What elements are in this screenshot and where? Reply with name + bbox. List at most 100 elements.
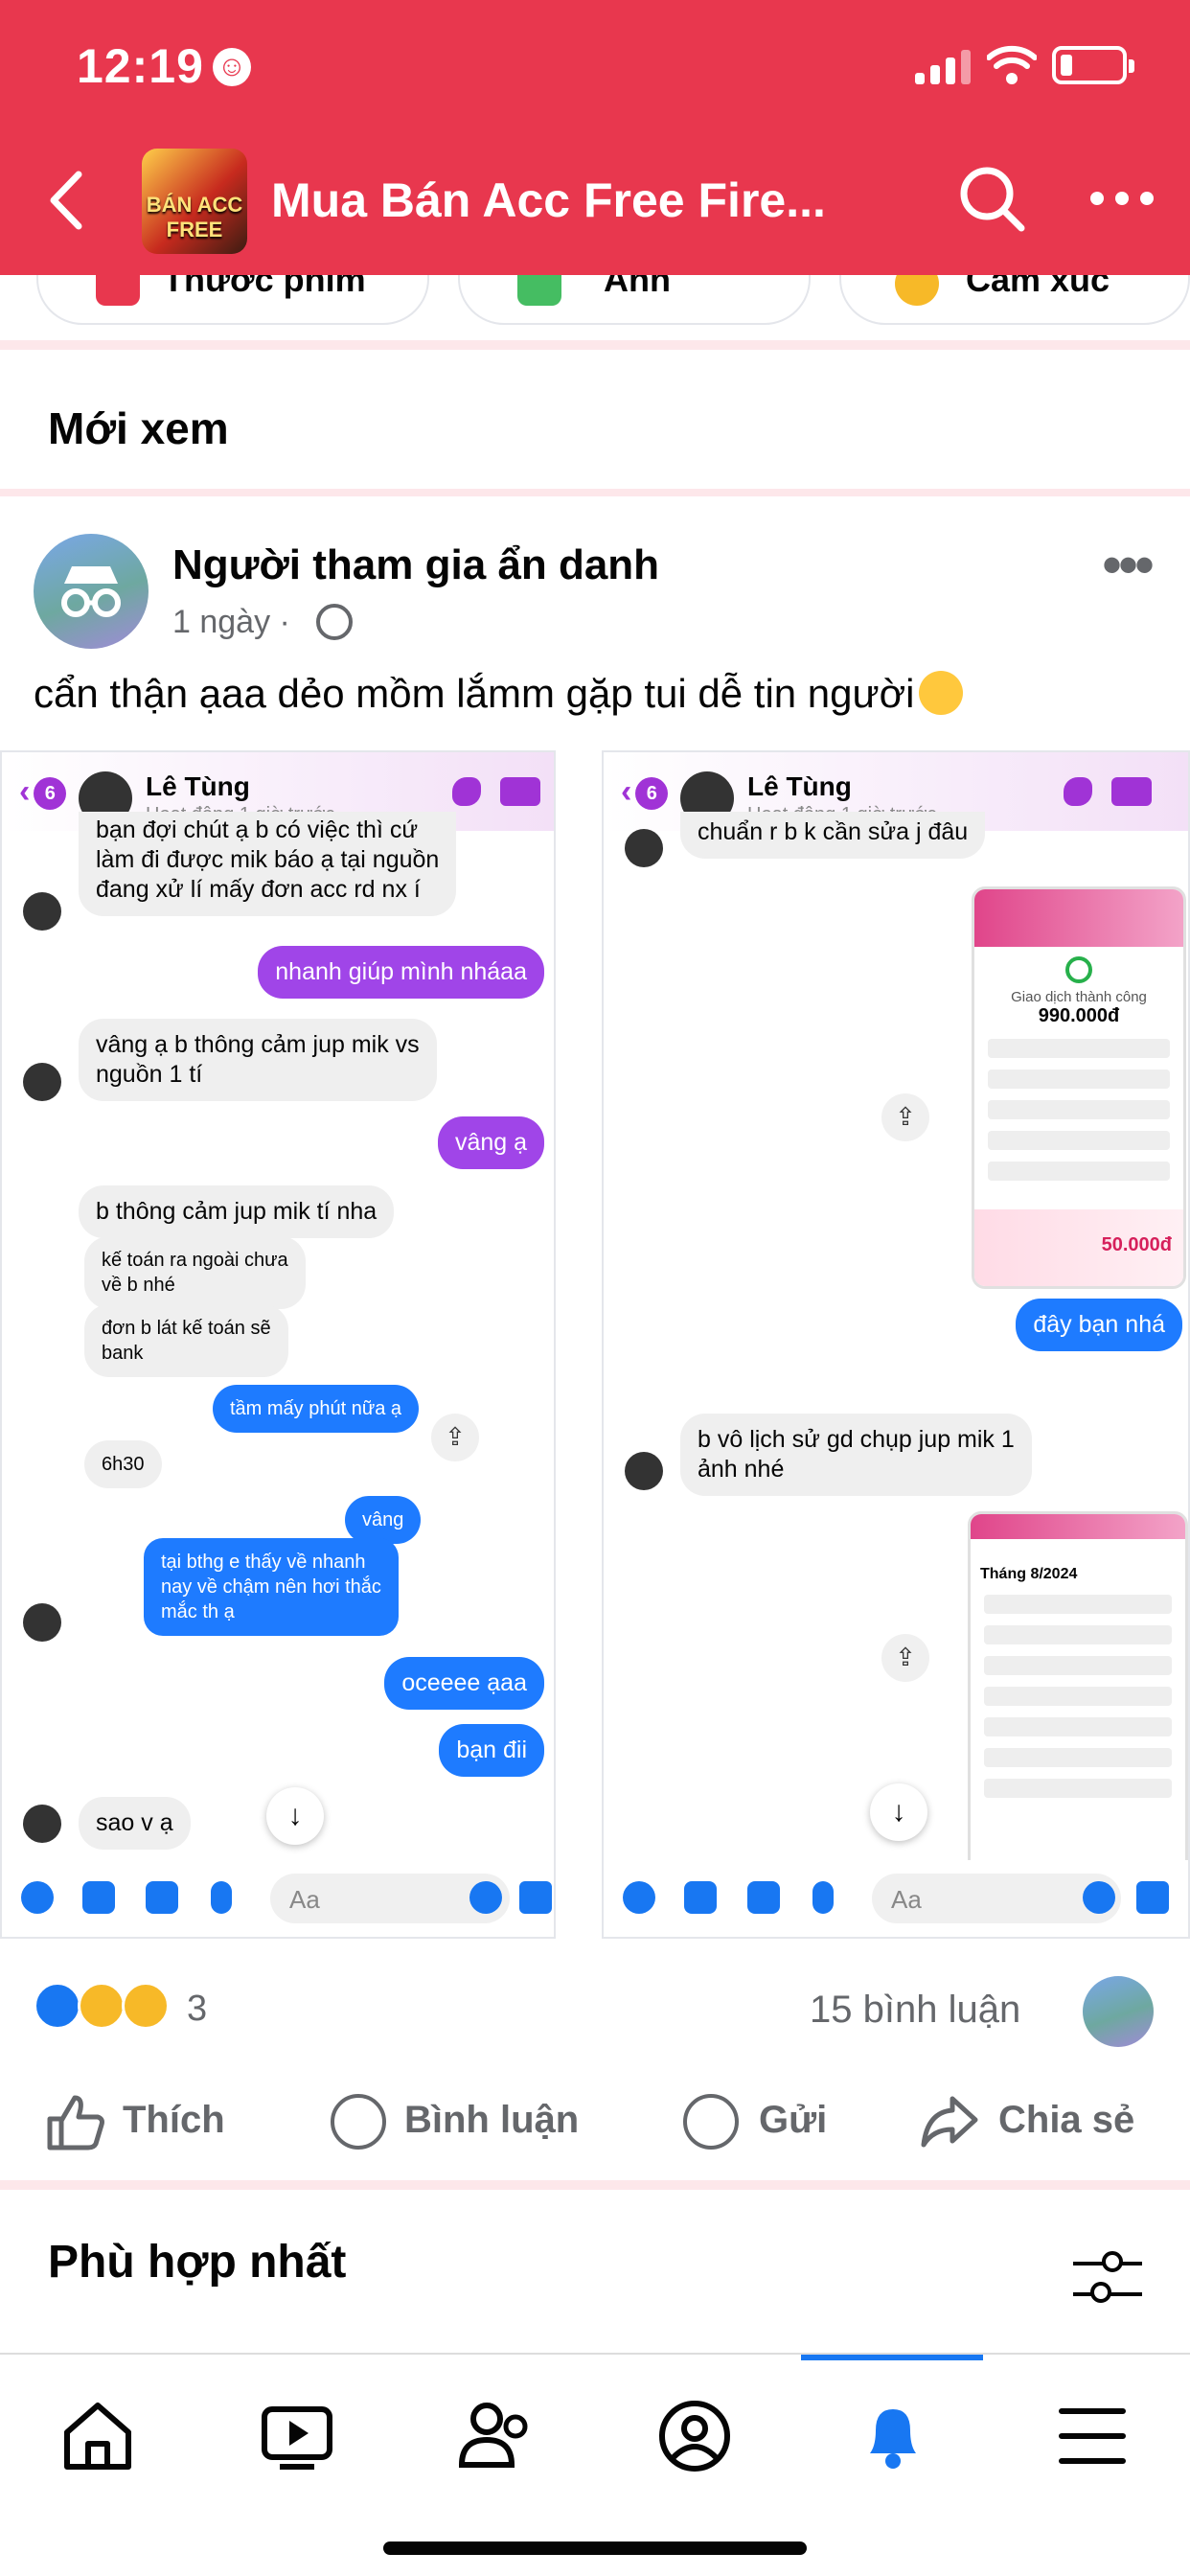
contact-name: Lê Tùng — [747, 771, 852, 801]
video-icon[interactable] — [259, 2398, 335, 2474]
menu-icon[interactable] — [1054, 2398, 1131, 2474]
cellular-signal-icon — [915, 50, 973, 84]
group-thumbnail-text: BÁN ACC FREE — [146, 193, 243, 242]
reels-icon — [96, 275, 140, 306]
contact-mini-avatar — [625, 1452, 663, 1490]
msg-line: nay về chậm nên hơi thắc — [161, 1576, 381, 1598]
commenter-avatar — [1083, 1976, 1154, 2047]
chip-feeling-label: Cảm xúc — [966, 275, 1110, 299]
author-name[interactable]: Người tham gia ẩn danh — [172, 541, 659, 589]
notifications-bell-icon[interactable] — [855, 2398, 931, 2474]
history-header — [971, 1514, 1185, 1539]
reaction-count[interactable]: 3 — [187, 1989, 207, 2030]
globe-icon — [316, 604, 353, 640]
post-time[interactable]: 1 ngày — [172, 604, 270, 640]
receipt-screenshot: Giao dịch thành công 990.000đ 50.000đ — [972, 886, 1186, 1289]
meta-dot: · — [279, 604, 290, 640]
chat-back-icon: ‹ 6 — [621, 773, 669, 811]
chat-bubble-in: sao v ạ — [79, 1797, 191, 1850]
search-icon[interactable] — [958, 165, 1027, 234]
chat-bubble-in: bạn đợi chút ạ b có việc thì cứ làm đi đ… — [79, 812, 457, 916]
section-heading-relevant: Phù hợp nhất — [48, 2237, 347, 2288]
chat-bubble-in: vâng ạ b thông cảm jup mik vs nguồn 1 tí — [79, 1019, 437, 1101]
chat-bubble-in: b thông cảm jup mik tí nha — [79, 1185, 395, 1238]
scroll-down-icon: ↓ — [870, 1783, 927, 1841]
group-title[interactable]: Mua Bán Acc Free Fire... — [271, 172, 826, 228]
msg-line: nguồn 1 tí — [96, 1061, 203, 1088]
camera-icon — [82, 1881, 115, 1914]
contact-mini-avatar — [23, 1805, 61, 1843]
contact-mini-avatar — [23, 892, 61, 931]
more-options-icon[interactable] — [1090, 192, 1154, 205]
checkmark-icon — [1065, 956, 1092, 983]
group-thumbnail[interactable]: BÁN ACC FREE — [142, 149, 247, 254]
chat-bubble-in: chuẩn r b k cần sửa j đâu — [680, 812, 986, 859]
thumbs-up-icon — [1136, 1881, 1169, 1914]
filter-sliders-icon[interactable] — [1073, 2250, 1142, 2308]
chip-photo[interactable]: Ảnh — [458, 275, 811, 325]
friends-icon[interactable] — [458, 2398, 535, 2474]
msg-line: ảnh nhé — [698, 1456, 785, 1483]
chat-composer: Aa — [604, 1860, 1188, 1937]
comment-icon — [331, 2094, 386, 2150]
contact-mini-avatar — [23, 1063, 61, 1101]
back-badge: 6 — [635, 777, 669, 810]
section-divider — [0, 2180, 1190, 2190]
msg-line: mắc th ạ — [161, 1601, 235, 1622]
back-chevron-icon[interactable] — [48, 171, 86, 230]
comment-count[interactable]: 15 bình luận — [810, 1989, 1020, 2032]
gallery-icon — [747, 1881, 780, 1914]
chat-composer: Aa — [2, 1860, 554, 1937]
chat-bubble-in: b vô lịch sử gd chụp jup mik 1 ảnh nhé — [680, 1414, 1032, 1496]
like-reaction-icon — [34, 1982, 81, 2030]
msg-line: bạn đợi chút ạ b có việc thì cứ — [96, 816, 419, 843]
crying-emoji-icon — [918, 671, 963, 715]
profile-icon[interactable] — [656, 2398, 733, 2474]
post-text: cẩn thận ạaa dẻo mồm lắmm gặp tui dễ tin… — [34, 671, 963, 717]
chat-bubble-out: bạn đii — [439, 1724, 544, 1777]
post-meta: 1 ngày · — [172, 604, 290, 641]
msg-line: làm đi được mik báo ạ tại nguồn — [96, 846, 440, 873]
active-tab-indicator — [801, 2355, 983, 2360]
comment-button[interactable]: Bình luận — [404, 2099, 579, 2142]
author-avatar[interactable] — [34, 534, 149, 649]
chip-reels[interactable]: Thước phim — [36, 275, 429, 325]
chat-screenshot-left[interactable]: ‹6 Lê Tùng Hoạt động 1 giờ trước bạn đợi… — [0, 750, 556, 1939]
feeling-icon — [895, 275, 939, 306]
phone-call-icon — [452, 777, 481, 806]
home-indicator — [383, 2542, 807, 2555]
chat-bubble-out: tại bthg e thấy về nhanh nay về chậm nên… — [144, 1538, 399, 1636]
microphone-icon — [211, 1881, 232, 1914]
emoji-icon — [469, 1881, 502, 1914]
contact-name: Lê Tùng — [146, 771, 250, 801]
msg-line: b vô lịch sử gd chụp jup mik 1 — [698, 1426, 1015, 1453]
chat-bubble-out: oceeee ạaa — [384, 1657, 544, 1710]
share-button[interactable]: Chia sẻ — [998, 2099, 1134, 2142]
msg-line: về b nhé — [102, 1275, 175, 1296]
chip-feeling[interactable]: Cảm xúc — [839, 275, 1190, 325]
video-call-icon — [1111, 777, 1152, 806]
wow-reaction-icon — [122, 1982, 170, 2030]
phone-call-icon — [1064, 777, 1092, 806]
messenger-icon — [683, 2094, 739, 2150]
chat-input-placeholder: Aa — [891, 1885, 922, 1914]
back-badge: 6 — [34, 777, 67, 810]
photo-icon — [517, 275, 561, 306]
post-menu-icon[interactable]: ••• — [1102, 537, 1155, 594]
plus-icon — [623, 1881, 655, 1914]
like-button[interactable]: Thích — [123, 2099, 225, 2142]
home-icon[interactable] — [59, 2398, 136, 2474]
share-icon: ⇪ — [431, 1414, 479, 1461]
chat-screenshot-right[interactable]: ‹6 Lê Tùng Hoạt động 1 giờ trước chuẩn r… — [602, 750, 1190, 1939]
share-icon: ⇪ — [881, 1093, 929, 1141]
chip-reels-label: Thước phim — [163, 275, 366, 299]
reaction-summary[interactable] — [34, 1982, 177, 2030]
chat-bubble-in: kế toán ra ngoài chưa về b nhé — [84, 1236, 306, 1309]
msg-line: đơn b lát kế toán sẽ — [102, 1318, 271, 1339]
chat-bubble-out: tầm mấy phút nữa ạ — [213, 1385, 420, 1433]
receipt-amount: 990.000đ — [1038, 1005, 1120, 1026]
receipt-header — [974, 889, 1183, 947]
contact-mini-avatar — [625, 829, 663, 867]
battery-icon — [1052, 46, 1134, 84]
send-button[interactable]: Gửi — [759, 2099, 827, 2142]
